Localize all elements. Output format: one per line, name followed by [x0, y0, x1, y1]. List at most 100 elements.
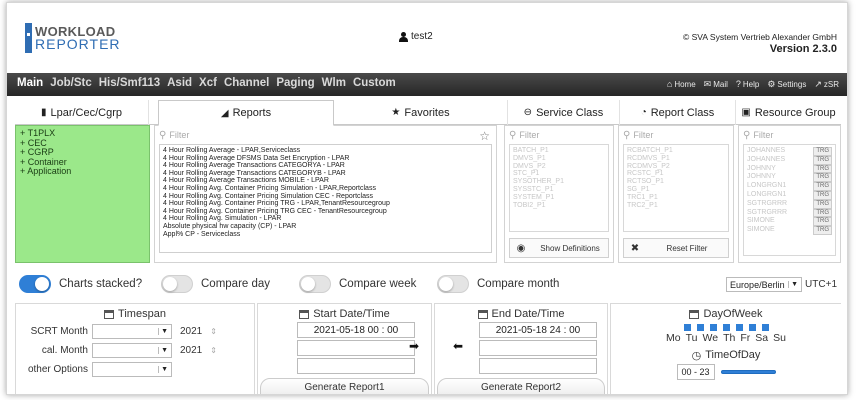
arrow-right-icon[interactable]: ➡ — [409, 339, 419, 353]
nav-home[interactable]: ⌂ Home — [667, 79, 696, 90]
end-time-field[interactable] — [479, 358, 597, 374]
resource-group-list[interactable]: JOHANNES TRG JOHANNES TRG JOHNNY TRG JOHNNY… — [743, 144, 836, 256]
list-item[interactable]: 4 Hour Rolling Avg. Container Pricing Si… — [163, 193, 488, 201]
list-item[interactable]: SIMONE TRG — [747, 217, 832, 227]
list-item[interactable]: RCBATCH_P1 — [627, 147, 725, 155]
generate-report1-button[interactable]: Generate Report1 — [260, 378, 429, 394]
show-definitions-button[interactable]: ◉ Show Definitions — [509, 238, 609, 258]
tab-reports[interactable]: ◢ Reports — [158, 100, 334, 126]
other-options-select[interactable]: ▼ — [92, 362, 172, 377]
compare-month-toggle[interactable]: Compare month — [437, 275, 559, 293]
list-item[interactable]: DMVS_P2 — [513, 163, 605, 171]
tab-report-class[interactable]: ◔ Report Class — [620, 100, 736, 125]
toggle-switch[interactable] — [19, 275, 51, 293]
list-item[interactable]: 4 Hour Rolling Average Transactions CATE… — [163, 170, 488, 178]
day-checkbox[interactable] — [696, 324, 704, 331]
toggle-switch[interactable] — [299, 275, 331, 293]
day-checkbox[interactable] — [683, 324, 691, 331]
stepper-icon[interactable]: ⇕ — [210, 346, 217, 355]
reports-filter[interactable]: ⚲ Filter — [155, 126, 496, 144]
resource-group-filter[interactable]: ⚲ Filter — [739, 126, 840, 144]
list-item[interactable]: TRC2_P1 — [627, 202, 725, 210]
list-item[interactable]: LONGRGN1 TRG — [747, 190, 832, 200]
list-item[interactable]: Absolute physical hw capacity (CP) - LPA… — [163, 223, 488, 231]
list-item[interactable]: BATCH_P1 — [513, 147, 605, 155]
list-item[interactable]: RCTSO_P1 — [627, 178, 725, 186]
list-item[interactable]: JOHANNES TRG — [747, 155, 832, 165]
list-item[interactable]: JOHNNY TRG — [747, 164, 832, 174]
list-item[interactable]: SIMONE TRG — [747, 226, 832, 235]
nav-help[interactable]: ? Help — [736, 79, 759, 90]
nav-wlm[interactable]: Wlm — [322, 77, 346, 89]
list-item[interactable]: TOBI2_P1 — [513, 202, 605, 210]
list-item[interactable]: 4 Hour Rolling Average Transactions CATE… — [163, 162, 488, 170]
service-class-list[interactable]: BATCH_P1 DMVS_P1 DMVS_P2 STC_P1 SYSOTHER… — [509, 144, 609, 232]
nav-his-smf113[interactable]: His/Smf113 — [99, 77, 160, 89]
nav-xcf[interactable]: Xcf — [199, 77, 217, 89]
report-class-filter[interactable]: ⚲ Filter — [619, 126, 733, 144]
end-date-field[interactable] — [479, 340, 597, 356]
compare-week-toggle[interactable]: Compare week — [299, 275, 416, 293]
day-checkbox[interactable] — [722, 324, 730, 331]
list-item[interactable]: RCDMVS_P2 — [627, 163, 725, 171]
nav-custom[interactable]: Custom — [353, 77, 396, 89]
nav-mail[interactable]: ✉ Mail — [704, 79, 728, 90]
scrt-year[interactable]: 2021 — [180, 326, 202, 337]
list-item[interactable]: 4 Hour Rolling Avg. Container Pricing Si… — [163, 185, 488, 193]
end-datetime-input[interactable]: 2021-05-18 24 : 00 — [479, 322, 597, 338]
list-item[interactable]: SG_P1 — [627, 186, 725, 194]
cal-year[interactable]: 2021 — [180, 345, 202, 356]
report-class-list[interactable]: RCBATCH_P1 RCDMVS_P1 RCDMVS_P2 RCSTC_P1 … — [623, 144, 729, 232]
list-item[interactable]: Appl% CP - Serviceclass — [163, 231, 488, 239]
start-time-field[interactable] — [297, 358, 415, 374]
list-item[interactable]: TRC1_P1 — [627, 194, 725, 202]
scrt-month-select[interactable]: ▼ — [92, 324, 172, 339]
list-item[interactable]: STC_P1 — [513, 170, 605, 178]
toggle-switch[interactable] — [437, 275, 469, 293]
list-item[interactable]: 4 Hour Rolling Average DFSMS Data Set En… — [163, 155, 488, 163]
list-item[interactable]: JOHANNES TRG — [747, 147, 832, 156]
list-item[interactable]: RCDMVS_P1 — [627, 155, 725, 163]
generate-report2-button[interactable]: Generate Report2 — [437, 378, 605, 394]
toggle-switch[interactable] — [161, 275, 193, 293]
list-item[interactable]: SYSSTC_P1 — [513, 186, 605, 194]
list-item[interactable]: LONGRGN1 TRG — [747, 182, 832, 191]
stepper-icon[interactable]: ⇕ — [210, 327, 217, 336]
tree-item-application[interactable]: + Application — [20, 166, 145, 177]
charts-stacked-toggle[interactable]: Charts stacked? — [19, 275, 142, 293]
day-checkbox[interactable] — [709, 324, 717, 331]
list-item[interactable]: SYSOTHER_P1 — [513, 178, 605, 186]
nav-paging[interactable]: Paging — [276, 77, 314, 89]
start-date-field[interactable] — [297, 340, 415, 356]
list-item[interactable]: 4 Hour Rolling Avg. Container Pricing TR… — [163, 208, 488, 216]
nav-settings[interactable]: ⚙ Settings — [767, 79, 806, 90]
favorite-star-icon[interactable]: ☆ — [479, 129, 490, 143]
nav-zsr[interactable]: ↗ zSR — [814, 79, 839, 90]
list-item[interactable]: 4 Hour Rolling Average - LPAR,Servicecla… — [163, 147, 488, 155]
day-checkbox[interactable] — [748, 324, 756, 331]
day-checkbox[interactable] — [761, 324, 769, 331]
list-item[interactable]: DMVS_P1 — [513, 155, 605, 163]
list-item[interactable]: SGTRGRRR TRG — [747, 199, 832, 209]
list-item[interactable]: JOHNNY TRG — [747, 173, 832, 183]
tab-resource-group[interactable]: ▣ Resource Group — [736, 100, 841, 125]
tab-favorites[interactable]: ★ Favorites — [334, 100, 508, 125]
service-class-filter[interactable]: ⚲ Filter — [505, 126, 613, 144]
reports-list[interactable]: 4 Hour Rolling Average - LPAR,Servicecla… — [159, 144, 492, 253]
day-checkbox[interactable] — [735, 324, 743, 331]
timezone-select[interactable]: Europe/Berlin ▼ — [726, 277, 803, 292]
nav-main[interactable]: Main — [17, 77, 43, 89]
tab-lpar-cec-cgrp[interactable]: ▮ Lpar/Cec/Cgrp — [15, 100, 149, 125]
list-item[interactable]: RCSTC_P1 — [627, 170, 725, 178]
list-item[interactable]: 4 Hour Rolling Avg. Container Pricing TR… — [163, 200, 488, 208]
list-item[interactable]: 4 Hour Rolling Average Transactions MOBI… — [163, 177, 488, 185]
nav-asid[interactable]: Asid — [167, 77, 192, 89]
list-item[interactable]: SYSTEM_P1 — [513, 194, 605, 202]
tab-service-class[interactable]: ⊖ Service Class — [508, 100, 620, 125]
nav-job-stc[interactable]: Job/Stc — [50, 77, 92, 89]
list-item[interactable]: 4 Hour Rolling Avg. Simulation - LPAR — [163, 215, 488, 223]
start-datetime-input[interactable]: 2021-05-18 00 : 00 — [297, 322, 415, 338]
reset-filter-button[interactable]: ✖ Reset Filter — [623, 238, 729, 258]
nav-channel[interactable]: Channel — [224, 77, 269, 89]
cal-month-select[interactable]: ▼ — [92, 343, 172, 358]
